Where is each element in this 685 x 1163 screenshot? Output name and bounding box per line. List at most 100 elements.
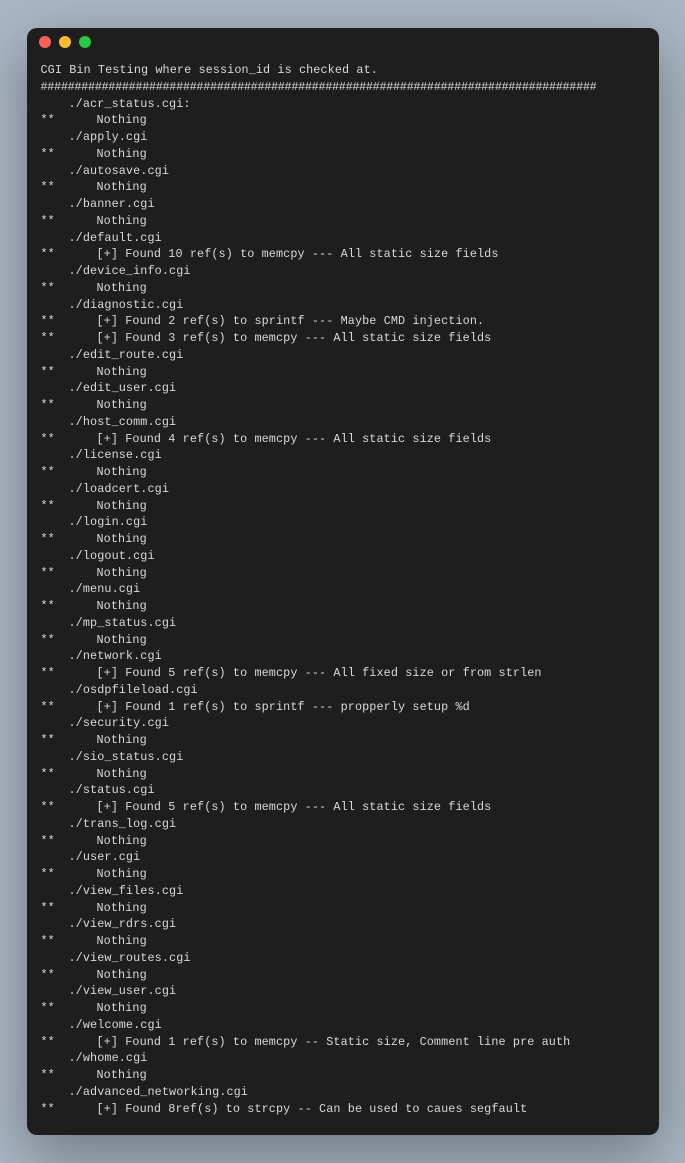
result-text: Nothing xyxy=(97,214,147,228)
file-path: ./trans_log.cgi xyxy=(41,816,177,833)
output-separator: ########################################… xyxy=(41,79,645,96)
file-path: ./license.cgi xyxy=(41,447,162,464)
result-text: Nothing xyxy=(97,365,147,379)
result-text: Nothing xyxy=(97,532,147,546)
result-line: **[+] Found 10 ref(s) to memcpy --- All … xyxy=(41,246,645,263)
file-path: ./apply.cgi xyxy=(41,129,148,146)
file-path: ./whome.cgi xyxy=(41,1050,148,1067)
file-entry: ./view_routes.cgi xyxy=(41,950,645,967)
file-path: ./welcome.cgi xyxy=(41,1017,162,1034)
result-line: **[+] Found 4 ref(s) to memcpy --- All s… xyxy=(41,431,645,448)
file-path: ./default.cgi xyxy=(41,230,162,247)
file-path: ./user.cgi xyxy=(41,849,141,866)
file-path: ./status.cgi xyxy=(41,782,155,799)
file-path: ./advanced_networking.cgi xyxy=(41,1084,248,1101)
star-prefix: ** xyxy=(41,464,97,481)
result-line: **Nothing xyxy=(41,464,645,481)
result-text: [+] Found 4 ref(s) to memcpy --- All sta… xyxy=(97,432,492,446)
result-line: **Nothing xyxy=(41,364,645,381)
result-text: Nothing xyxy=(97,901,147,915)
result-line: **Nothing xyxy=(41,112,645,129)
star-prefix: ** xyxy=(41,1034,97,1051)
result-line: **Nothing xyxy=(41,766,645,783)
star-prefix: ** xyxy=(41,1101,97,1118)
result-text: [+] Found 2 ref(s) to sprintf --- Maybe … xyxy=(97,314,485,328)
result-line: **[+] Found 5 ref(s) to memcpy --- All f… xyxy=(41,665,645,682)
result-text: Nothing xyxy=(97,147,147,161)
file-path: ./mp_status.cgi xyxy=(41,615,177,632)
result-line: **Nothing xyxy=(41,833,645,850)
result-text: Nothing xyxy=(97,281,147,295)
maximize-icon[interactable] xyxy=(79,36,91,48)
file-entry: ./advanced_networking.cgi xyxy=(41,1084,645,1101)
file-path: ./edit_route.cgi xyxy=(41,347,184,364)
result-line: **Nothing xyxy=(41,1067,645,1084)
file-path: ./sio_status.cgi xyxy=(41,749,184,766)
file-entry: ./sio_status.cgi xyxy=(41,749,645,766)
result-text: Nothing xyxy=(97,867,147,881)
result-line: **[+] Found 1 ref(s) to memcpy -- Static… xyxy=(41,1034,645,1051)
star-prefix: ** xyxy=(41,565,97,582)
result-text: Nothing xyxy=(97,633,147,647)
result-text: [+] Found 8ref(s) to strcpy -- Can be us… xyxy=(97,1102,528,1116)
star-prefix: ** xyxy=(41,665,97,682)
file-entry: ./edit_route.cgi xyxy=(41,347,645,364)
file-entry: ./mp_status.cgi xyxy=(41,615,645,632)
result-line: **Nothing xyxy=(41,933,645,950)
file-path: ./view_routes.cgi xyxy=(41,950,191,967)
result-text: Nothing xyxy=(97,599,147,613)
result-line: **[+] Found 5 ref(s) to memcpy --- All s… xyxy=(41,799,645,816)
result-text: Nothing xyxy=(97,1001,147,1015)
result-line: **Nothing xyxy=(41,498,645,515)
file-entry: ./menu.cgi xyxy=(41,581,645,598)
result-line: **[+] Found 3 ref(s) to memcpy --- All s… xyxy=(41,330,645,347)
file-path: ./edit_user.cgi xyxy=(41,380,177,397)
file-entry: ./license.cgi xyxy=(41,447,645,464)
result-line: **Nothing xyxy=(41,280,645,297)
result-text: [+] Found 10 ref(s) to memcpy --- All st… xyxy=(97,247,499,261)
result-text: Nothing xyxy=(97,566,147,580)
star-prefix: ** xyxy=(41,498,97,515)
star-prefix: ** xyxy=(41,967,97,984)
result-text: Nothing xyxy=(97,465,147,479)
file-path: ./security.cgi xyxy=(41,715,170,732)
result-line: **Nothing xyxy=(41,900,645,917)
star-prefix: ** xyxy=(41,933,97,950)
file-entry: ./acr_status.cgi: xyxy=(41,96,645,113)
file-entry: ./view_user.cgi xyxy=(41,983,645,1000)
result-text: [+] Found 1 ref(s) to memcpy -- Static s… xyxy=(97,1035,571,1049)
file-path: ./loadcert.cgi xyxy=(41,481,170,498)
result-line: **Nothing xyxy=(41,397,645,414)
file-path: ./banner.cgi xyxy=(41,196,155,213)
star-prefix: ** xyxy=(41,632,97,649)
result-text: Nothing xyxy=(97,934,147,948)
result-line: **Nothing xyxy=(41,632,645,649)
result-line: **Nothing xyxy=(41,1000,645,1017)
star-prefix: ** xyxy=(41,431,97,448)
minimize-icon[interactable] xyxy=(59,36,71,48)
file-entry: ./view_rdrs.cgi xyxy=(41,916,645,933)
file-entry: ./device_info.cgi xyxy=(41,263,645,280)
result-line: **Nothing xyxy=(41,146,645,163)
result-line: **[+] Found 2 ref(s) to sprintf --- Mayb… xyxy=(41,313,645,330)
result-text: [+] Found 5 ref(s) to memcpy --- All fix… xyxy=(97,666,542,680)
file-entry: ./edit_user.cgi xyxy=(41,380,645,397)
star-prefix: ** xyxy=(41,313,97,330)
result-text: Nothing xyxy=(97,398,147,412)
file-entry: ./loadcert.cgi xyxy=(41,481,645,498)
file-path: ./login.cgi xyxy=(41,514,148,531)
file-path: ./host_comm.cgi xyxy=(41,414,177,431)
file-path: ./logout.cgi xyxy=(41,548,155,565)
star-prefix: ** xyxy=(41,179,97,196)
star-prefix: ** xyxy=(41,1000,97,1017)
file-entry: ./default.cgi xyxy=(41,230,645,247)
file-path: ./diagnostic.cgi xyxy=(41,297,184,314)
star-prefix: ** xyxy=(41,246,97,263)
file-entry: ./view_files.cgi xyxy=(41,883,645,900)
star-prefix: ** xyxy=(41,364,97,381)
file-path: ./autosave.cgi xyxy=(41,163,170,180)
result-line: **Nothing xyxy=(41,531,645,548)
close-icon[interactable] xyxy=(39,36,51,48)
star-prefix: ** xyxy=(41,833,97,850)
file-entry: ./welcome.cgi xyxy=(41,1017,645,1034)
